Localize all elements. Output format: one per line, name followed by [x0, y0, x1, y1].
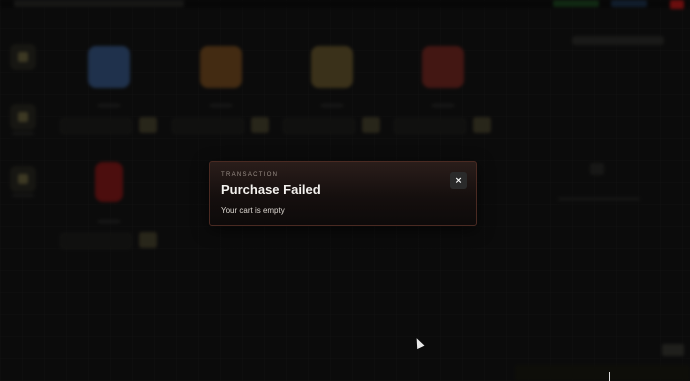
dialog-kicker: TRANSACTION [221, 172, 279, 178]
text-cursor-icon [609, 372, 610, 381]
app-screen: TRANSACTION Purchase Failed Your cart is… [0, 0, 690, 381]
dialog-message: Your cart is empty [221, 206, 285, 215]
close-icon: × [454, 175, 463, 186]
close-button[interactable]: × [450, 172, 467, 189]
dialog-title: Purchase Failed [221, 182, 321, 197]
purchase-failed-dialog: TRANSACTION Purchase Failed Your cart is… [209, 161, 477, 226]
